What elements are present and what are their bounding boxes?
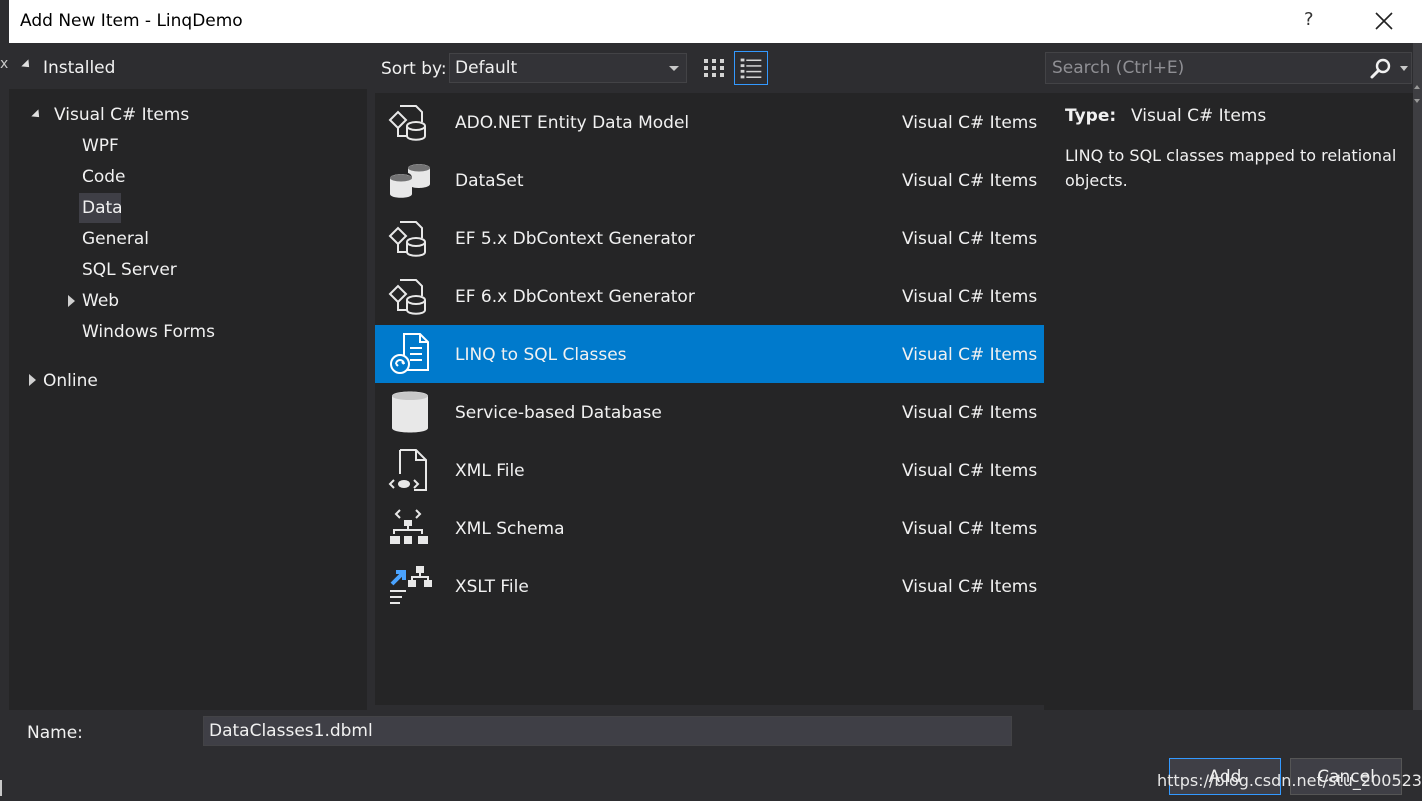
template-name: XSLT File [455, 577, 529, 597]
tree-item-windows-forms[interactable]: Windows Forms [82, 322, 215, 342]
tree-item-visual-csharp[interactable]: Visual C# Items [54, 105, 189, 125]
window-edge-fragment: x [0, 0, 9, 801]
template-name: XML Schema [455, 519, 565, 539]
close-icon[interactable] [1371, 8, 1397, 34]
template-category: Visual C# Items [902, 345, 1038, 365]
template-category: Visual C# Items [902, 229, 1038, 249]
tree-item-online[interactable]: Online [43, 371, 98, 391]
template-description: LINQ to SQL classes mapped to relational… [1065, 146, 1397, 190]
type-label: Type: [1065, 106, 1117, 126]
template-category: Visual C# Items [902, 519, 1038, 539]
search-options-icon[interactable] [1400, 66, 1408, 71]
template-name: Service-based Database [455, 403, 662, 423]
template-name: EF 6.x DbContext Generator [455, 287, 695, 307]
search-box [1045, 52, 1412, 84]
template-row[interactable]: DataSet Visual C# Items [375, 151, 1044, 209]
entity-model-icon [388, 221, 426, 257]
category-tree-pane: Installed Visual C# Items WPF Code Data … [9, 43, 367, 710]
template-row[interactable]: XSLT File Visual C# Items [375, 557, 1044, 615]
template-row[interactable]: EF 5.x DbContext Generator Visual C# Ite… [375, 209, 1044, 267]
watermark-text: https://blog.csdn.net/stu_20052369 [1157, 771, 1422, 790]
sort-by-label: Sort by: [381, 59, 447, 79]
title-bar: Add New Item - LinqDemo ? [9, 0, 1422, 43]
dataset-icon [390, 164, 430, 198]
sort-by-dropdown[interactable]: Default [449, 53, 687, 83]
tree-item-sql-server[interactable]: SQL Server [82, 260, 177, 280]
xml-file-icon [388, 449, 427, 491]
tree-item-wpf[interactable]: WPF [82, 136, 119, 156]
details-pane: Type: Visual C# Items LINQ to SQL classe… [1044, 93, 1413, 710]
template-row[interactable]: ADO.NET Entity Data Model Visual C# Item… [375, 93, 1044, 151]
list-toolbar: Sort by: Default [367, 43, 1422, 93]
grid-view-icon[interactable] [700, 53, 728, 83]
dialog-title: Add New Item - LinqDemo [20, 11, 243, 31]
database-icon [392, 391, 428, 433]
template-category: Visual C# Items [902, 113, 1038, 133]
template-list: ADO.NET Entity Data Model Visual C# Item… [375, 93, 1044, 705]
tree-item-web[interactable]: Web [82, 291, 119, 311]
entity-model-icon [388, 279, 426, 315]
collapsed-icon[interactable] [29, 374, 36, 386]
template-row[interactable]: EF 6.x DbContext Generator Visual C# Ite… [375, 267, 1044, 325]
installed-label: Installed [43, 58, 116, 78]
linq-to-sql-icon [390, 333, 429, 374]
scroll-up-icon[interactable] [1414, 85, 1420, 89]
template-row-selected[interactable]: LINQ to SQL Classes Visual C# Items [375, 325, 1044, 383]
installed-header[interactable]: Installed [9, 43, 367, 89]
entity-model-icon [388, 105, 426, 141]
expanded-icon[interactable] [31, 109, 43, 121]
expanded-icon [21, 59, 33, 71]
template-name: ADO.NET Entity Data Model [455, 113, 690, 133]
template-category: Visual C# Items [902, 403, 1038, 423]
template-category: Visual C# Items [902, 577, 1038, 597]
template-name: EF 5.x DbContext Generator [455, 229, 695, 249]
template-row[interactable]: XML File Visual C# Items [375, 441, 1044, 499]
collapsed-icon[interactable] [68, 295, 75, 307]
help-button[interactable]: ? [1304, 9, 1314, 30]
template-name: DataSet [455, 171, 524, 191]
tree-item-data[interactable]: Data [82, 198, 123, 218]
name-label: Name: [27, 723, 83, 743]
xslt-file-icon [390, 566, 432, 604]
xml-schema-icon [390, 509, 428, 544]
template-row[interactable]: XML Schema Visual C# Items [375, 499, 1044, 557]
template-name: XML File [455, 461, 525, 481]
list-view-icon[interactable] [734, 51, 768, 85]
tree-item-general[interactable]: General [82, 229, 149, 249]
scroll-down-icon[interactable] [1414, 99, 1420, 103]
template-category: Visual C# Items [902, 171, 1038, 191]
add-new-item-dialog: Add New Item - LinqDemo ? Installed Visu… [9, 0, 1422, 801]
search-input[interactable] [1046, 53, 1366, 83]
template-category: Visual C# Items [902, 461, 1038, 481]
tree-item-code[interactable]: Code [82, 167, 126, 187]
chevron-down-icon [669, 66, 679, 71]
search-icon[interactable] [1369, 57, 1393, 81]
template-category: Visual C# Items [902, 287, 1038, 307]
type-value: Visual C# Items [1131, 106, 1267, 126]
dialog-scrollbar[interactable] [1413, 43, 1422, 710]
edge-text: x [0, 56, 9, 72]
template-row[interactable]: Service-based Database Visual C# Items [375, 383, 1044, 441]
template-name: LINQ to SQL Classes [455, 345, 627, 365]
edge-mark [0, 780, 4, 796]
sort-by-value: Default [455, 58, 518, 78]
name-input[interactable] [203, 716, 1012, 746]
